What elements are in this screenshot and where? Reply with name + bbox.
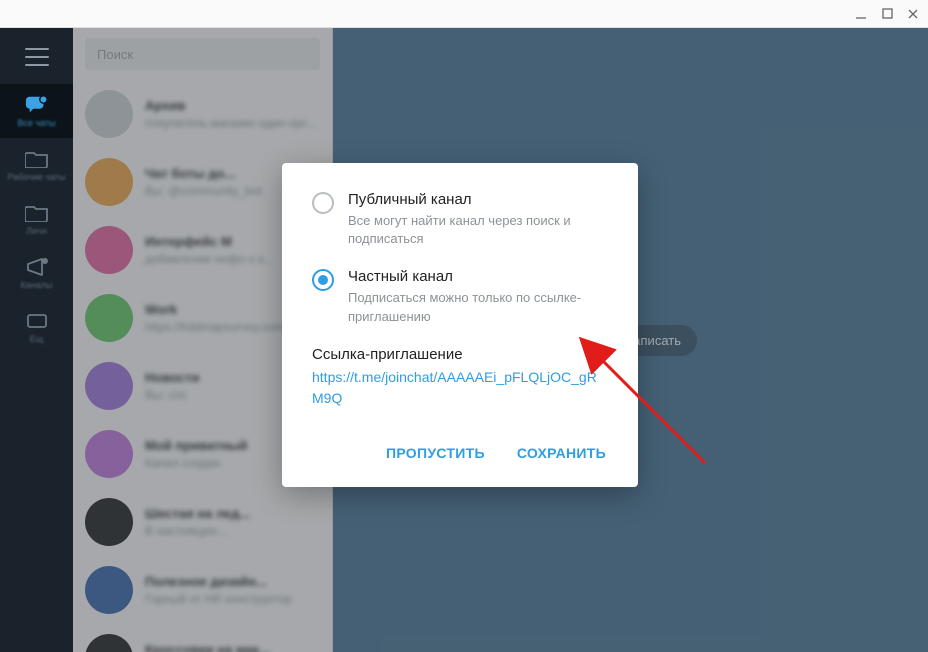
window-close-button[interactable] [906,7,920,21]
save-button[interactable]: СОХРАНИТЬ [515,439,608,467]
invite-link-block: Ссылка-приглашение https://t.me/joinchat… [312,346,608,409]
option-title: Публичный канал [348,191,608,208]
option-public-channel[interactable]: Публичный канал Все могут найти канал чер… [312,191,608,248]
rail-item-personal[interactable]: Личн [0,192,73,246]
rail-label: Рабочие чаты [8,172,66,182]
option-description: Подписаться можно только по ссылке-пригл… [348,289,608,325]
window-maximize-button[interactable] [880,7,894,21]
titlebar [0,0,928,28]
rail-item-channels[interactable]: Каналы [0,246,73,300]
option-private-channel[interactable]: Частный канал Подписаться можно только по… [312,268,608,325]
rail-label: Ещ [30,334,43,344]
app-body: Все чаты Рабочие чаты Личн Каналы [0,28,928,652]
rail-item-work-chats[interactable]: Рабочие чаты [0,138,73,192]
navigation-rail: Все чаты Рабочие чаты Личн Каналы [0,28,73,652]
option-title: Частный канал [348,268,608,285]
dialog-actions: ПРОПУСТИТЬ СОХРАНИТЬ [312,439,608,467]
menu-button[interactable] [25,48,49,66]
radio-button[interactable] [312,269,334,291]
radio-button[interactable] [312,192,334,214]
skip-button[interactable]: ПРОПУСТИТЬ [384,439,487,467]
rail-item-all-chats[interactable]: Все чаты [0,84,73,138]
folder-icon [25,149,49,169]
chats-icon [25,95,49,115]
rail-label: Каналы [21,280,53,290]
app-window: Все чаты Рабочие чаты Личн Каналы [0,0,928,652]
rail-label: Все чаты [17,118,55,128]
rail-label: Личн [26,226,47,236]
rectangle-icon [25,311,49,331]
megaphone-icon [25,257,49,277]
folder-icon [25,203,49,223]
rail-item-more[interactable]: Ещ [0,300,73,354]
option-description: Все могут найти канал через поиск и подп… [348,212,608,248]
invite-link-label: Ссылка-приглашение [312,346,608,363]
window-minimize-button[interactable] [854,7,868,21]
channel-type-dialog: Публичный канал Все могут найти канал чер… [282,163,638,487]
invite-link[interactable]: https://t.me/joinchat/AAAAAEi_pFLQLjOC_g… [312,367,608,409]
